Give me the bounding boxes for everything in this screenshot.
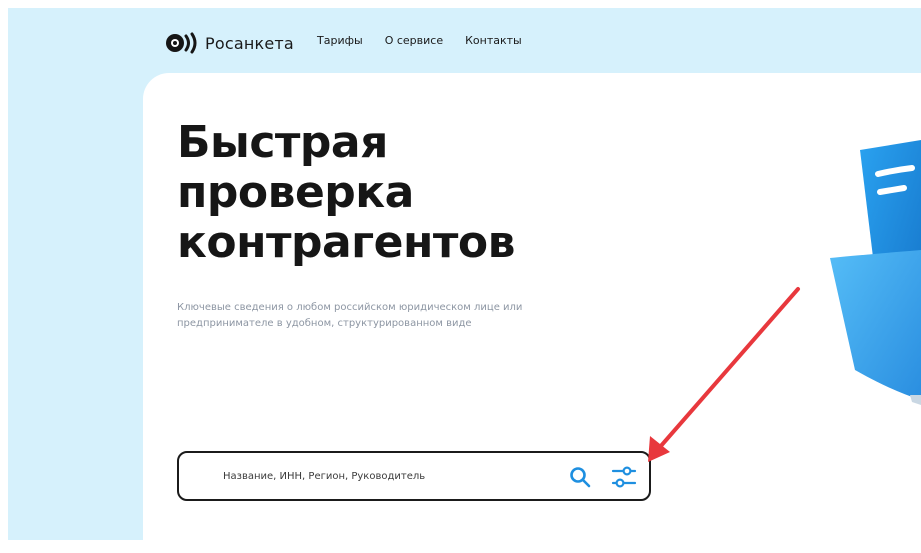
search-bar [177,451,651,501]
nav-link-about[interactable]: О сервисе [385,34,443,47]
filter-sliders-icon[interactable] [611,465,637,489]
main-nav: Тарифы О сервисе Контакты [317,34,522,47]
brand-name: Росанкета [205,33,294,53]
hero-subtitle: Ключевые сведения о любом российском юри… [177,302,523,329]
top-strip [0,0,921,8]
hero-title-line-1: Быстрая [177,117,388,168]
folder-icon [830,140,921,405]
nav-link-tariffs[interactable]: Тарифы [317,34,363,47]
hero-title: Быстрая проверка контрагентов [177,118,597,268]
brand-logo[interactable]: Росанкета [165,32,294,54]
hero-title-line-3: контрагентов [177,217,516,268]
nav-link-contacts[interactable]: Контакты [465,34,522,47]
hero-title-line-2: проверка [177,167,414,218]
search-icon[interactable] [569,466,591,488]
logo-icon [166,32,197,54]
left-strip [0,0,8,540]
search-input[interactable] [221,469,555,483]
